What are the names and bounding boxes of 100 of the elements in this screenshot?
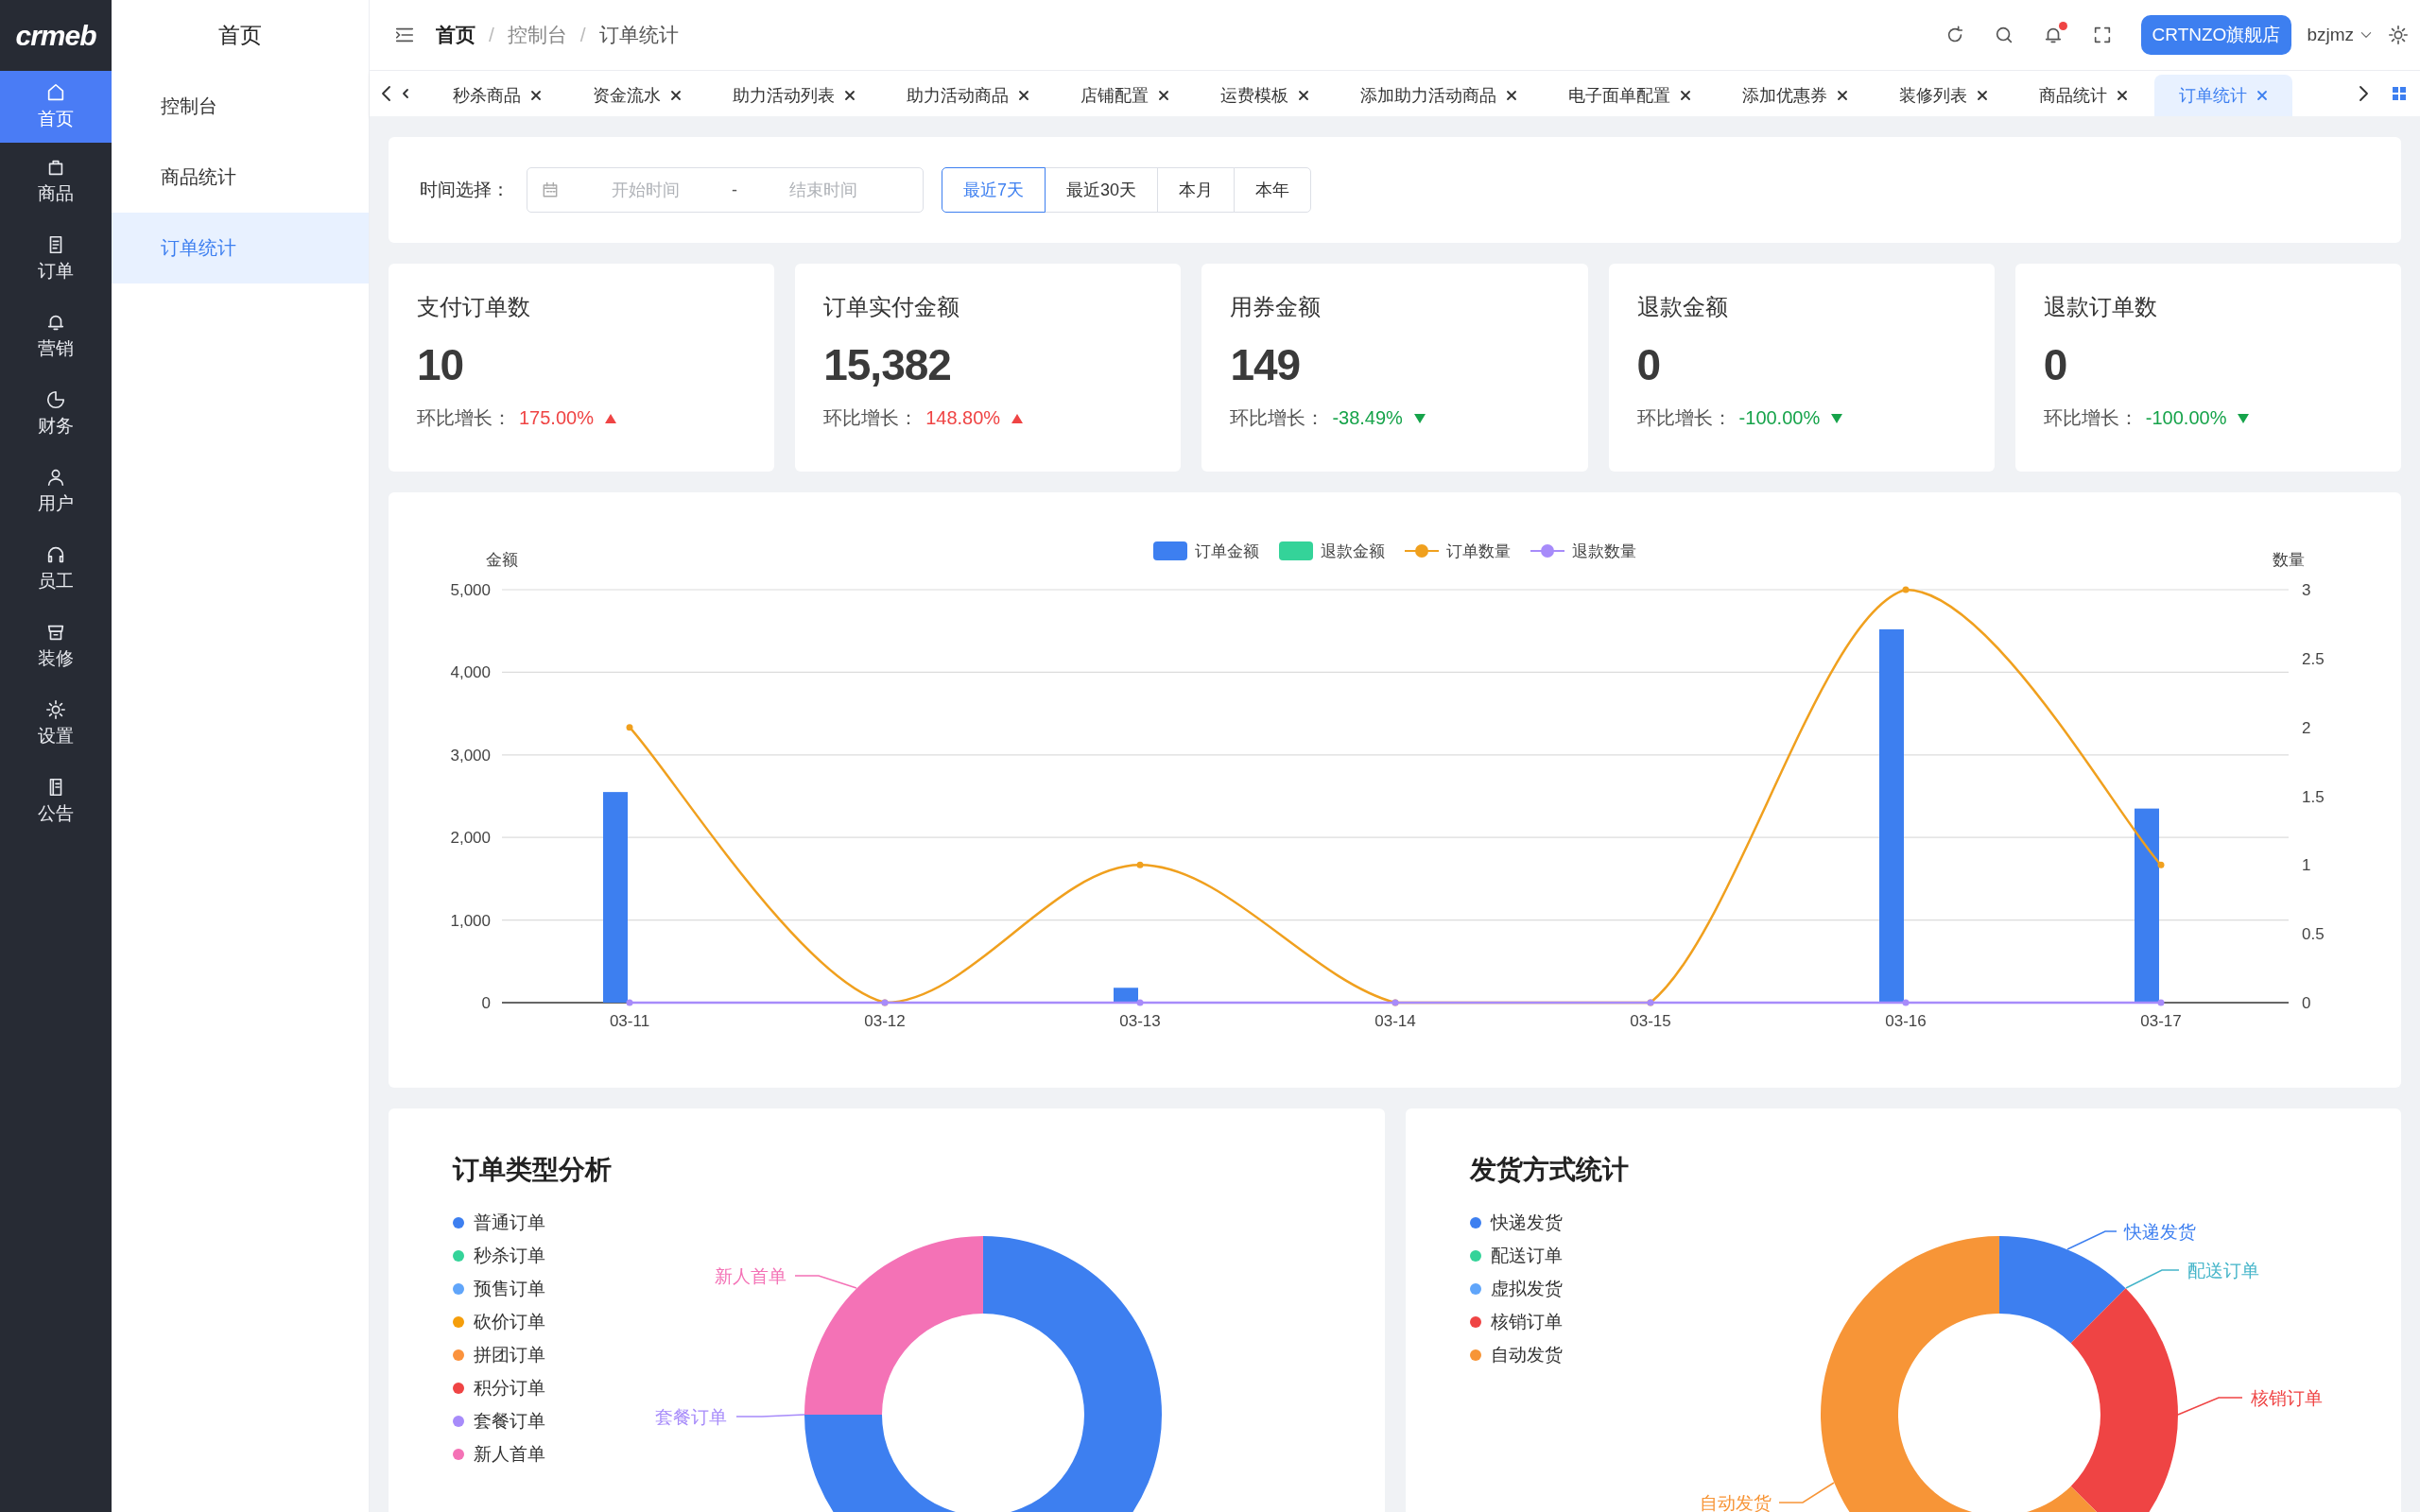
close-icon[interactable] [1158, 90, 1169, 101]
legend-label[interactable]: 配送订单 [1490, 1244, 1563, 1268]
slice-label: 新人首单 [715, 1266, 786, 1286]
breadcrumb-separator: / [579, 24, 586, 46]
tab[interactable]: 电子面单配置 [1544, 75, 1716, 116]
leader-line [2176, 1397, 2243, 1416]
stat-value: 149 [1230, 339, 1301, 390]
close-icon[interactable] [844, 90, 856, 101]
tab[interactable]: 添加助力活动商品 [1336, 75, 1542, 116]
grid-icon[interactable] [2392, 86, 2407, 101]
growth-label: 环比增长： [417, 406, 511, 430]
legend-label[interactable]: 虚拟发货 [1490, 1277, 1563, 1301]
nav-item[interactable]: 员工 [0, 530, 112, 608]
tab[interactable]: 秒杀商品 [428, 75, 566, 116]
close-icon[interactable] [2117, 90, 2128, 101]
legend-item[interactable]: 退款金额 [1279, 541, 1385, 560]
legend-item[interactable]: 退款数量 [1530, 542, 1636, 560]
data-point [1902, 586, 1910, 593]
legend-label[interactable]: 砍价订单 [474, 1310, 545, 1334]
legend-label: 订单金额 [1195, 542, 1259, 560]
calendar-icon [541, 180, 560, 199]
menu-item[interactable]: 控制台 [112, 71, 369, 142]
legend-label[interactable]: 普通订单 [474, 1211, 545, 1235]
tick-label: 03-15 [1630, 1012, 1671, 1030]
tick-label: 03-14 [1374, 1012, 1416, 1030]
close-icon[interactable] [1298, 90, 1309, 101]
stat-title: 退款订单数 [2043, 293, 2157, 321]
data-point [1136, 999, 1144, 1006]
tab[interactable]: 店铺配置 [1056, 75, 1194, 116]
tab[interactable]: 资金流水 [568, 75, 706, 116]
data-point [1136, 861, 1144, 868]
nav-item[interactable]: 公告 [0, 763, 112, 840]
growth-value: -100.00% [2145, 407, 2227, 429]
leader-line [2124, 1269, 2180, 1289]
tab[interactable]: 装修列表 [1875, 75, 2013, 116]
range-button[interactable]: 最近30天 [1045, 167, 1159, 213]
range-button[interactable]: 本月 [1157, 167, 1236, 213]
breadcrumb-item[interactable]: 控制台 [507, 22, 567, 48]
legend-label[interactable]: 套餐订单 [474, 1409, 545, 1434]
range-button[interactable]: 本年 [1234, 167, 1312, 213]
nav-item[interactable]: 订单 [0, 220, 112, 298]
menu-item[interactable]: 商品统计 [112, 142, 369, 213]
legend-item[interactable]: 订单数量 [1404, 542, 1511, 560]
date-range-field[interactable]: 开始时间 - 结束时间 [527, 167, 924, 213]
close-icon[interactable] [1018, 90, 1029, 101]
close-icon[interactable] [1680, 90, 1691, 101]
slice-label: 核销订单 [2250, 1388, 2323, 1408]
tick-label: 2 [2302, 718, 2311, 737]
legend-label[interactable]: 拼团订单 [474, 1343, 545, 1367]
legend-label[interactable]: 自动发货 [1490, 1343, 1563, 1367]
nav-item[interactable]: 设置 [0, 685, 112, 763]
tab[interactable]: 助力活动列表 [708, 75, 880, 116]
legend-label[interactable]: 核销订单 [1490, 1310, 1563, 1334]
slice-label: 快递发货 [2123, 1222, 2196, 1242]
range-button[interactable]: 最近7天 [942, 167, 1046, 213]
menu-title: 首页 [217, 22, 263, 49]
legend-label[interactable]: 积分订单 [474, 1376, 545, 1400]
tab[interactable]: 商品统计 [2014, 75, 2152, 116]
nav-item[interactable]: 首页 [0, 71, 112, 143]
growth-label: 环比增长： [1230, 406, 1325, 430]
slice-label: 自动发货 [1699, 1493, 1772, 1512]
close-icon[interactable] [1977, 90, 1988, 101]
growth-value: 148.80% [925, 407, 1001, 429]
tick-label: 1 [2302, 856, 2311, 875]
close-icon[interactable] [1837, 90, 1848, 101]
nav-item[interactable]: 装修 [0, 608, 112, 685]
store-button[interactable]: CRTNZO旗舰店 [2140, 15, 2292, 55]
leader-line [794, 1275, 857, 1289]
legend-label[interactable]: 预售订单 [474, 1277, 545, 1301]
tab[interactable]: 添加优惠券 [1718, 75, 1873, 116]
data-point [1902, 999, 1910, 1006]
breadcrumb-separator: / [489, 24, 494, 46]
user-name[interactable]: bzjmz [2307, 25, 2354, 45]
legend-label[interactable]: 新人首单 [474, 1442, 545, 1467]
legend-item[interactable]: 订单金额 [1153, 541, 1259, 560]
home-icon [45, 82, 66, 103]
legend-label[interactable]: 快递发货 [1490, 1211, 1563, 1235]
tick-label: 03-11 [609, 1012, 650, 1030]
stat-value: 15,382 [823, 339, 951, 390]
tick-label: 2,000 [450, 829, 491, 848]
nav-item[interactable]: 用户 [0, 453, 112, 530]
leader-line [2066, 1230, 2118, 1250]
growth-label: 环比增长： [1636, 406, 1732, 430]
logo[interactable]: crmeb [0, 0, 112, 71]
nav-item[interactable]: 财务 [0, 375, 112, 453]
nav-item[interactable]: 商品 [0, 143, 112, 220]
stat-title: 退款金额 [1636, 293, 1728, 321]
close-icon[interactable] [670, 90, 682, 101]
end-date-input[interactable]: 结束时间 [751, 179, 896, 201]
chart-title: 订单类型分析 [453, 1154, 612, 1186]
tab[interactable]: 运费模板 [1196, 75, 1334, 116]
legend-label[interactable]: 秒杀订单 [474, 1244, 545, 1268]
tick-label: 03-12 [864, 1012, 906, 1030]
start-date-input[interactable]: 开始时间 [573, 179, 718, 201]
breadcrumb-item: 订单统计 [598, 23, 679, 47]
close-icon[interactable] [1506, 90, 1517, 101]
nav-item[interactable]: 营销 [0, 298, 112, 375]
close-icon[interactable] [530, 90, 542, 101]
tab[interactable]: 助力活动商品 [882, 75, 1054, 116]
breadcrumb-item[interactable]: 首页 [436, 22, 475, 48]
